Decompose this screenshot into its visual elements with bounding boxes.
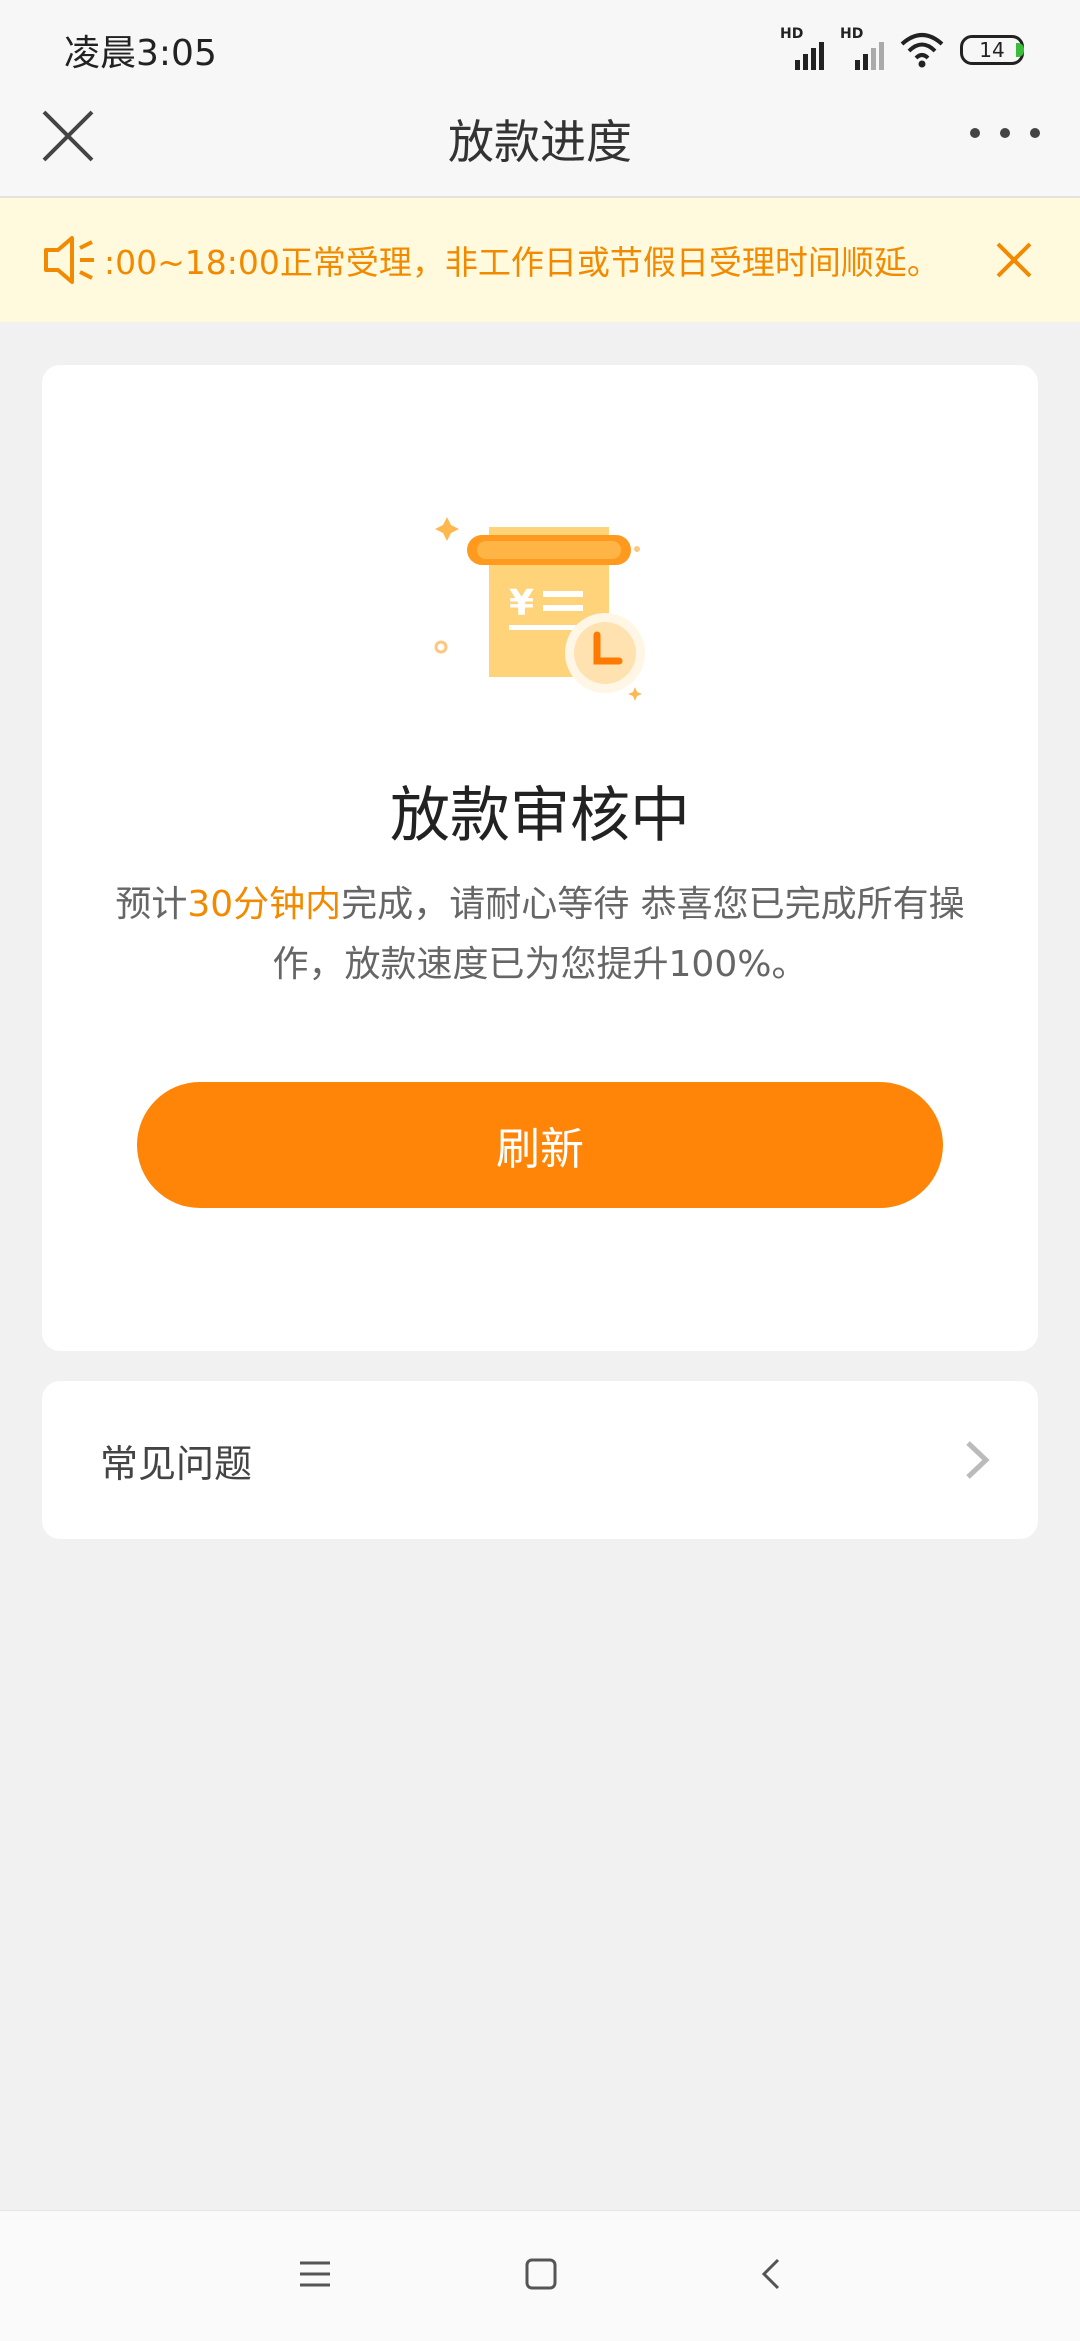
speaker-icon [44, 236, 94, 284]
back-icon[interactable] [754, 2257, 788, 2291]
receipt-clock-illustration: ¥ [434, 517, 645, 701]
status-time: 凌晨3:05 [64, 33, 217, 74]
signal-icon: HD [780, 26, 824, 70]
refresh-button[interactable]: 刷新 [137, 1082, 943, 1208]
signal-icon: HD [840, 26, 884, 70]
more-icon[interactable] [970, 118, 1040, 148]
battery-level: 14 [979, 38, 1005, 62]
status-description: 预计30分钟内完成，请耐心等待 恭喜您已完成所有操作，放款速度已为您提升100%… [112, 875, 968, 995]
status-card: ¥ 放款审核中 预计30分钟内完成，请耐心等待 恭喜您已完成所有操作，放款速度已… [42, 365, 1038, 1351]
signal-hd-label: HD [840, 26, 864, 42]
notice-text: :00~18:00正常受理，非工作日或节假日受理时间顺延。 [104, 243, 940, 282]
system-nav-bar [0, 2210, 1080, 2341]
page-title: 放款进度 [448, 115, 632, 169]
home-icon[interactable] [524, 2257, 558, 2291]
menu-icon[interactable] [298, 2257, 332, 2291]
svg-text:¥: ¥ [509, 583, 534, 624]
chevron-right-icon [966, 1441, 990, 1479]
notice-close-icon[interactable] [990, 236, 1038, 284]
status-bar: 凌晨3:05 HD HD 14 [0, 0, 1080, 92]
nav-bar: 放款进度 [0, 92, 1080, 198]
status-icons: HD HD 14 [780, 26, 1024, 72]
wifi-icon [900, 33, 944, 68]
faq-row[interactable]: 常见问题 [42, 1381, 1038, 1539]
faq-label: 常见问题 [100, 1442, 253, 1486]
desc-prefix: 预计 [115, 884, 188, 925]
status-title: 放款审核中 [390, 781, 690, 851]
desc-suffix: 完成，请耐心等待 恭喜您已完成所有操作，放款速度已为您提升100%。 [272, 884, 965, 985]
signal-hd-label: HD [780, 26, 804, 42]
notice-bar: :00~18:00正常受理，非工作日或节假日受理时间顺延。 [0, 198, 1080, 322]
desc-highlight: 30分钟内 [187, 884, 342, 925]
battery-icon: 14 [960, 35, 1024, 65]
